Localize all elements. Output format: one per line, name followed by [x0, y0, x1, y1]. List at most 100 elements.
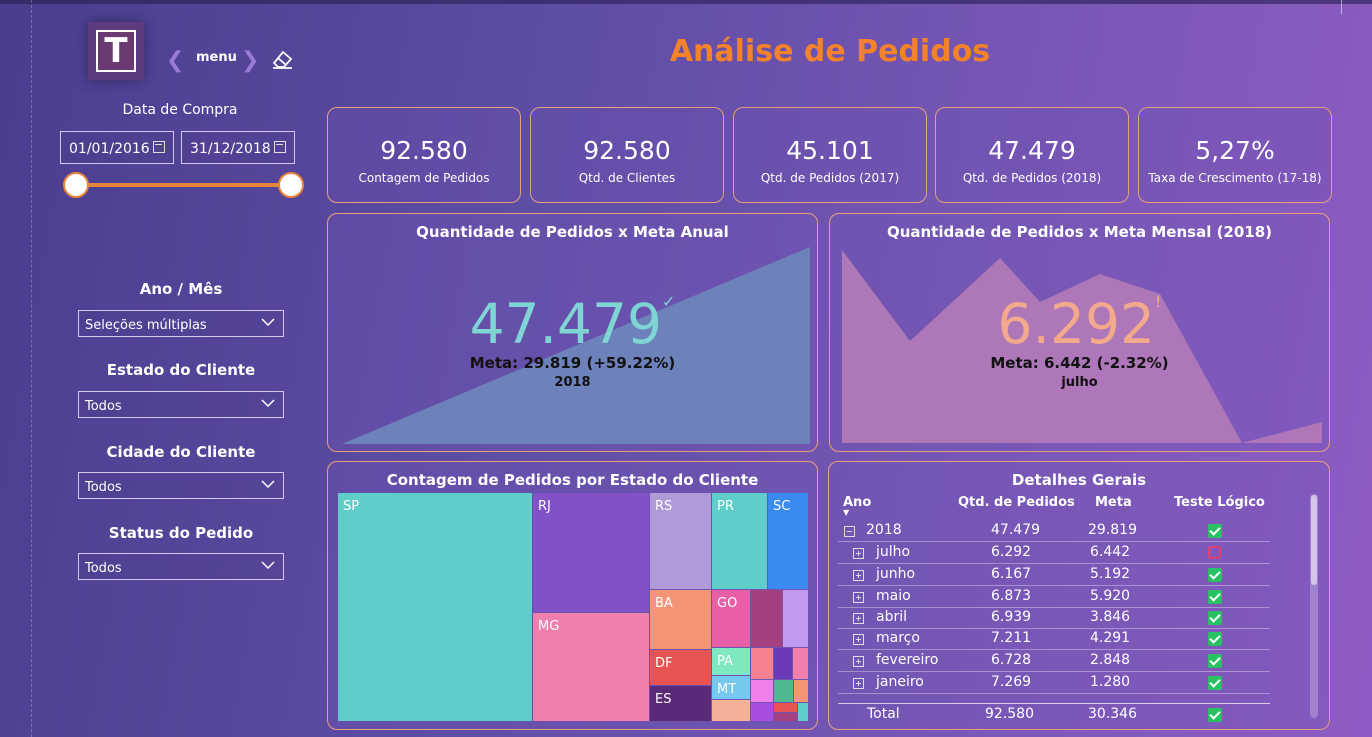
start-date-input[interactable]: 01/01/2016	[60, 131, 174, 164]
check-icon: ✓	[662, 292, 676, 311]
treemap-cell[interactable]	[794, 680, 808, 702]
collapse-icon[interactable]	[844, 526, 855, 537]
fail-icon	[1208, 546, 1221, 559]
slider-handle-start[interactable]	[63, 172, 89, 198]
expand-icon[interactable]	[853, 656, 864, 667]
date-range-slider[interactable]	[76, 183, 290, 187]
slider-handle-end[interactable]	[278, 172, 304, 198]
dropdown-estado[interactable]: Todos	[78, 391, 284, 418]
chevron-right-icon[interactable]: ❯	[241, 48, 259, 73]
treemap-cell-mg[interactable]: MG	[533, 613, 649, 721]
column-header-teste[interactable]: Teste Lógico	[1174, 495, 1265, 510]
expand-icon[interactable]	[853, 613, 864, 624]
dropdown-cidade[interactable]: Todos	[78, 472, 284, 499]
annual-goal-title: Quantidade de Pedidos x Meta Anual	[416, 223, 729, 241]
treemap-cell-es[interactable]: ES	[650, 686, 711, 721]
table-row[interactable]: abril 6.939 3.846	[838, 607, 1270, 629]
kpi-card: 45.101 Qtd. de Pedidos (2017)	[733, 107, 927, 203]
row-qty: 7.211	[991, 630, 1032, 646]
treemap-cell[interactable]	[751, 590, 782, 647]
treemap-label: SP	[343, 499, 360, 514]
column-header-ano[interactable]: Ano ▼	[843, 495, 871, 517]
row-meta: 3.846	[1090, 609, 1131, 625]
treemap-cell[interactable]	[751, 648, 773, 679]
dropdown-value: Todos	[85, 399, 122, 414]
table-row[interactable]: julho 6.292 6.442	[838, 542, 1270, 564]
treemap-cell[interactable]	[774, 680, 793, 702]
row-qty: 6.939	[991, 609, 1032, 625]
treemap-label: GO	[717, 596, 738, 611]
calendar-icon[interactable]	[153, 141, 165, 153]
chevron-left-icon[interactable]: ❮	[166, 48, 184, 73]
annual-goal-meta: Meta: 29.819 (+59.22%)	[469, 354, 676, 372]
table-row[interactable]: junho 6.167 5.192	[838, 564, 1270, 586]
filter-title-ano-mes: Ano / Mês	[139, 280, 223, 298]
treemap-cell-go[interactable]: GO	[712, 590, 750, 647]
row-qty: 47.479	[991, 522, 1040, 538]
row-label: junho	[876, 566, 916, 582]
row-label: janeiro	[876, 674, 924, 690]
eraser-icon[interactable]	[270, 48, 294, 70]
treemap-cell-ba[interactable]: BA	[650, 590, 711, 649]
table-row[interactable]: 2018 47.479 29.819	[838, 520, 1270, 542]
expand-icon[interactable]	[853, 678, 864, 689]
column-header-qtd[interactable]: Qtd. de Pedidos	[958, 495, 1075, 510]
row-qty: 6.167	[991, 566, 1032, 582]
annual-goal-panel[interactable]: Quantidade de Pedidos x Meta Anual 47.47…	[327, 213, 818, 452]
treemap-cell-rs[interactable]: RS	[650, 493, 711, 589]
check-icon	[1208, 632, 1222, 646]
treemap-label: SC	[773, 499, 791, 514]
kpi-label: Contagem de Pedidos	[358, 171, 490, 185]
dropdown-status[interactable]: Todos	[78, 553, 284, 580]
row-label: maio	[876, 588, 911, 604]
menu-label[interactable]: menu	[196, 50, 237, 65]
kpi-value: 47.479	[988, 136, 1076, 165]
row-label: fevereiro	[876, 652, 939, 668]
row-qty: 6.292	[991, 544, 1032, 560]
canvas-edge-right	[1341, 0, 1342, 14]
monthly-goal-panel[interactable]: Quantidade de Pedidos x Meta Mensal (201…	[829, 213, 1330, 452]
end-date-input[interactable]: 31/12/2018	[181, 131, 295, 164]
expand-icon[interactable]	[853, 634, 864, 645]
table-row[interactable]: janeiro 7.269 1.280	[838, 672, 1270, 694]
treemap-cell[interactable]	[798, 703, 808, 721]
treemap-cell-sc[interactable]: SC	[768, 493, 808, 589]
treemap-cell[interactable]	[774, 703, 797, 712]
treemap-cell-sp[interactable]: SP	[338, 493, 532, 721]
check-icon	[1208, 611, 1222, 625]
treemap-cell-pa[interactable]: PA	[712, 648, 750, 675]
treemap-cell[interactable]	[712, 700, 750, 721]
column-header-meta[interactable]: Meta	[1095, 495, 1132, 510]
treemap-label: MT	[717, 682, 737, 697]
treemap-cell-mt[interactable]: MT	[712, 676, 750, 699]
treemap-cell-rj[interactable]: RJ	[533, 493, 649, 612]
treemap-cell-pr[interactable]: PR	[712, 493, 767, 589]
expand-icon[interactable]	[853, 570, 864, 581]
treemap-cell[interactable]	[774, 713, 797, 721]
treemap-cell[interactable]	[751, 703, 773, 721]
expand-icon[interactable]	[853, 548, 864, 559]
kpi-value: 5,27%	[1195, 136, 1275, 165]
dropdown-ano-mes[interactable]: Seleções múltiplas	[78, 310, 284, 337]
treemap-label: RJ	[538, 499, 551, 514]
table-row[interactable]: março 7.211 4.291	[838, 628, 1270, 650]
kpi-value: 45.101	[786, 136, 874, 165]
treemap-cell[interactable]	[751, 680, 773, 702]
kpi-label: Qtd. de Pedidos (2017)	[760, 171, 900, 185]
logo-letter: T	[96, 30, 136, 72]
treemap-cell[interactable]	[793, 648, 808, 679]
kpi-value: 92.580	[583, 136, 671, 165]
expand-icon[interactable]	[853, 592, 864, 603]
calendar-icon[interactable]	[274, 141, 286, 153]
table-row[interactable]: maio 6.873 5.920	[838, 586, 1270, 608]
table-row[interactable]: fevereiro 6.728 2.848	[838, 650, 1270, 672]
scrollbar-thumb[interactable]	[1311, 495, 1317, 585]
row-label: março	[876, 630, 920, 646]
top-edge	[0, 0, 1372, 4]
treemap-cell[interactable]	[774, 648, 792, 679]
treemap-cell-df[interactable]: DF	[650, 650, 711, 685]
annual-goal-number: 47.479	[469, 292, 663, 356]
treemap-cell[interactable]	[783, 590, 808, 647]
kpi-label: Qtd. de Pedidos (2018)	[962, 171, 1102, 185]
dropdown-value: Seleções múltiplas	[85, 318, 207, 333]
